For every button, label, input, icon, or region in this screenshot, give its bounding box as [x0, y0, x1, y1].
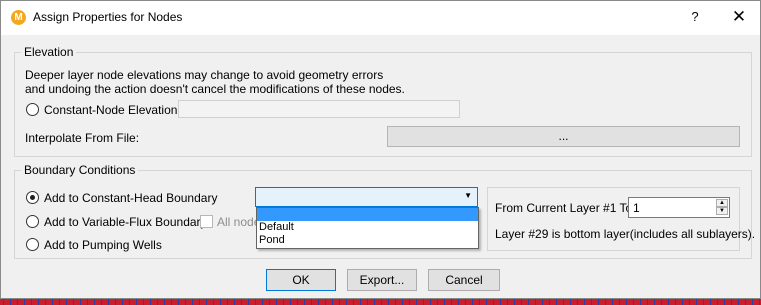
pumping-wells-radio[interactable]: [26, 238, 39, 251]
dropdown-item-blank[interactable]: [257, 208, 478, 221]
export-button[interactable]: Export...: [347, 269, 417, 291]
constant-elevation-radio[interactable]: [26, 103, 39, 116]
boundary-type-combo[interactable]: ▼: [255, 187, 478, 207]
bottom-layer-note: Layer #29 is bottom layer(includes all s…: [495, 227, 756, 241]
boundary-legend: Boundary Conditions: [24, 163, 136, 177]
boundary-type-dropdown: Default Pond: [256, 207, 479, 249]
constant-head-radio[interactable]: [26, 191, 39, 204]
title-bar: M Assign Properties for Nodes ? ✕: [1, 1, 760, 35]
elevation-note-line1: Deeper layer node elevations may change …: [25, 68, 384, 82]
chevron-down-icon[interactable]: ▼: [464, 191, 472, 200]
layer-from-label: From Current Layer #1 To: [495, 201, 633, 215]
close-button[interactable]: ✕: [727, 7, 751, 29]
elevation-legend: Elevation: [24, 45, 74, 59]
pumping-wells-label: Add to Pumping Wells: [44, 238, 162, 252]
app-logo-icon: M: [11, 10, 26, 25]
cancel-button[interactable]: Cancel: [428, 269, 500, 291]
all-nodes-checkbox[interactable]: [200, 215, 213, 228]
window-title: Assign Properties for Nodes: [33, 10, 183, 24]
constant-elevation-input[interactable]: [178, 100, 460, 118]
all-nodes-label: All node: [217, 215, 261, 229]
variable-flux-label: Add to Variable-Flux Boundary: [44, 215, 207, 229]
spin-down-icon[interactable]: ▼: [716, 207, 728, 215]
interpolate-label: Interpolate From File:: [25, 131, 140, 145]
spin-up-icon[interactable]: ▲: [716, 199, 728, 207]
layer-to-value: 1: [633, 201, 640, 215]
dropdown-item-pond[interactable]: Pond: [257, 234, 478, 247]
assign-properties-dialog: M Assign Properties for Nodes ? ✕ Elevat…: [0, 0, 761, 299]
dropdown-item-default[interactable]: Default: [257, 221, 478, 234]
variable-flux-radio[interactable]: [26, 215, 39, 228]
interpolate-browse-button[interactable]: ...: [387, 126, 740, 147]
constant-elevation-label: Constant-Node Elevation:: [44, 103, 181, 117]
help-button[interactable]: ?: [685, 9, 705, 27]
elevation-note-line2: and undoing the action doesn't cancel th…: [25, 82, 405, 96]
ok-button[interactable]: OK: [266, 269, 336, 291]
layer-to-spinner[interactable]: 1 ▲ ▼: [628, 197, 730, 218]
constant-head-label: Add to Constant-Head Boundary: [44, 191, 218, 205]
